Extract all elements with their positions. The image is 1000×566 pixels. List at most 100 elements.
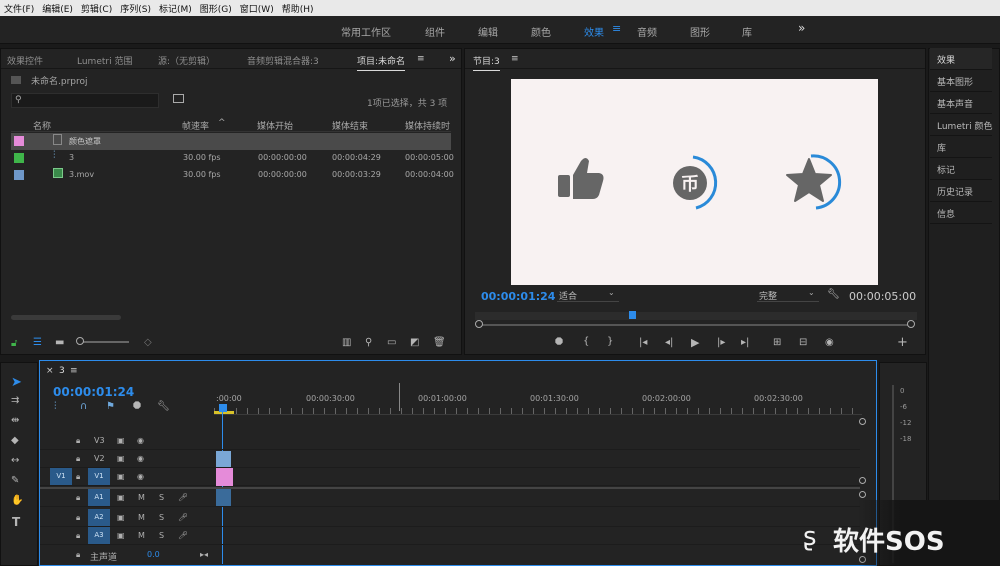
step-back-icon[interactable]: ◂|: [665, 337, 673, 348]
program-menu-icon[interactable]: ≡: [511, 54, 519, 64]
quality-dropdown[interactable]: 完整 ⌄: [757, 288, 819, 302]
microphone-icon[interactable]: 🎤︎: [178, 531, 188, 540]
track-target-a2[interactable]: A2: [88, 509, 110, 526]
microphone-icon[interactable]: 🎤︎: [178, 513, 188, 522]
new-bin-icon[interactable]: [173, 94, 184, 103]
right-tab-essential-sound[interactable]: 基本声音: [930, 92, 992, 114]
timeline-ruler[interactable]: :00:00 00:00:30:00 00:01:00:00 00:01:30:…: [214, 391, 862, 415]
timeline-scroll-handle[interactable]: [859, 418, 866, 425]
mark-in-icon[interactable]: {: [583, 336, 589, 347]
column-frame-rate[interactable]: 帧速率: [182, 119, 209, 132]
workspace-audio[interactable]: 音频: [637, 24, 657, 39]
timeline-marker-icon[interactable]: ⯃: [133, 401, 141, 412]
new-bin-button-icon[interactable]: ▭: [387, 337, 396, 348]
go-to-end-icon[interactable]: ▸◂: [200, 550, 208, 559]
table-row[interactable]: ⫶ 3 30.00 fps 00:00:00:00 00:00:04:29 00…: [11, 150, 454, 167]
sync-lock-icon[interactable]: ▣: [117, 493, 125, 502]
track-lock-icon[interactable]: 🔒︎: [76, 550, 80, 560]
project-search-input[interactable]: ⚲: [11, 93, 159, 108]
workspace-libraries[interactable]: 库: [742, 24, 752, 39]
find-icon[interactable]: ⚲: [365, 337, 372, 348]
timeline-timecode[interactable]: 00:00:01:24: [53, 385, 134, 399]
track-select-tool-icon[interactable]: ⇉: [11, 395, 19, 406]
timeline-sequence-tab[interactable]: 3: [59, 366, 65, 376]
lift-icon[interactable]: ⊞: [773, 337, 781, 348]
icon-view-icon[interactable]: ▬: [55, 337, 64, 348]
menu-sequence[interactable]: 序列(S): [116, 2, 155, 15]
go-to-out-icon[interactable]: ▸|: [741, 337, 749, 348]
fit-dropdown[interactable]: 适合 ⌄: [557, 288, 619, 302]
right-tab-markers[interactable]: 标记: [930, 158, 992, 180]
right-tab-info[interactable]: 信息: [930, 202, 992, 224]
track-lock-icon[interactable]: 🔒︎: [76, 513, 80, 523]
right-tab-libraries[interactable]: 库: [930, 136, 992, 158]
workspace-common[interactable]: 常用工作区: [341, 24, 391, 39]
workspace-graphics[interactable]: 图形: [690, 24, 710, 39]
tab-audio-clip-mixer[interactable]: 音频剪辑混合器:3: [247, 54, 319, 67]
extract-icon[interactable]: ⊟: [799, 337, 807, 348]
tab-effect-controls[interactable]: 效果控件: [7, 54, 43, 67]
tab-source[interactable]: 源:（无剪辑）: [158, 54, 215, 67]
menu-help[interactable]: 帮助(H): [278, 2, 318, 15]
out-handle[interactable]: [907, 320, 915, 328]
pen-tool-icon[interactable]: ✎: [11, 475, 19, 486]
track-master[interactable]: 🔒︎ 主声道 0.0 ▸◂: [40, 546, 860, 564]
timeline-playhead-handle[interactable]: [219, 404, 227, 412]
track-lock-icon[interactable]: 🔒︎: [76, 454, 80, 464]
track-target-a1[interactable]: A1: [88, 489, 110, 506]
track-lock-icon[interactable]: 🔒︎: [76, 436, 80, 446]
workspace-menu-icon[interactable]: ≡: [612, 22, 621, 35]
snap-icon[interactable]: ∩: [80, 401, 87, 412]
track-target-a3[interactable]: A3: [88, 527, 110, 544]
tab-lumetri-scopes[interactable]: Lumetri 范围: [77, 54, 132, 67]
track-v1[interactable]: V1 🔒︎ V1 ▣ ◉: [40, 468, 860, 486]
nest-icon[interactable]: ⫶: [54, 401, 57, 412]
program-playhead[interactable]: [629, 311, 636, 319]
master-volume-value[interactable]: 0.0: [147, 550, 160, 559]
program-scrub-bar[interactable]: [479, 324, 913, 326]
go-to-in-icon[interactable]: |◂: [639, 337, 647, 348]
workspace-effects[interactable]: 效果: [584, 24, 604, 39]
timeline-scroll-handle[interactable]: [859, 477, 866, 484]
right-tab-effects[interactable]: 效果: [930, 48, 992, 70]
project-tab-menu-icon[interactable]: ≡: [417, 54, 425, 64]
settings-wrench-icon[interactable]: 🔧︎: [827, 289, 840, 300]
type-tool-icon[interactable]: T: [12, 515, 20, 529]
selection-tool-icon[interactable]: ➤: [11, 375, 22, 390]
table-row[interactable]: 3.mov 30.00 fps 00:00:00:00 00:00:03:29 …: [11, 167, 454, 184]
table-row[interactable]: 颜色遮罩: [11, 133, 451, 150]
menu-graphics[interactable]: 图形(G): [196, 2, 236, 15]
column-name[interactable]: 名称: [33, 119, 51, 132]
menu-file[interactable]: 文件(F): [0, 2, 38, 15]
timeline-scroll-handle[interactable]: [859, 491, 866, 498]
workspace-overflow-button[interactable]: »: [798, 21, 805, 35]
lock-icon[interactable]: 🔓︎: [11, 338, 17, 349]
panel-overflow-button[interactable]: »: [449, 52, 456, 65]
track-lock-icon[interactable]: 🔒︎: [76, 472, 80, 482]
slip-tool-icon[interactable]: ↔: [11, 455, 19, 466]
razor-tool-icon[interactable]: ◆: [11, 435, 19, 446]
sync-lock-icon[interactable]: ▣: [117, 531, 125, 540]
eye-icon[interactable]: ◉: [137, 436, 144, 445]
column-media-duration[interactable]: 媒体持续时: [405, 119, 450, 132]
zoom-slider[interactable]: [77, 341, 129, 343]
in-handle[interactable]: [475, 320, 483, 328]
column-media-start[interactable]: 媒体开始: [257, 119, 293, 132]
workspace-assembly[interactable]: 组件: [425, 24, 445, 39]
track-a2[interactable]: 🔒︎ A2 ▣ M S 🎤︎: [40, 509, 860, 527]
track-a3[interactable]: 🔒︎ A3 ▣ M S 🎤︎: [40, 527, 860, 545]
track-a1[interactable]: 🔒︎ A1 ▣ M S 🎤︎: [40, 489, 860, 507]
timeline-settings-icon[interactable]: 🔧︎: [157, 401, 170, 412]
solo-button[interactable]: S: [159, 531, 164, 540]
track-lock-icon[interactable]: 🔒︎: [76, 493, 80, 503]
solo-button[interactable]: S: [159, 513, 164, 522]
menu-edit[interactable]: 编辑(E): [38, 2, 77, 15]
microphone-icon[interactable]: 🎤︎: [178, 493, 188, 502]
step-forward-icon[interactable]: |▸: [717, 337, 725, 348]
menu-markers[interactable]: 标记(M): [155, 2, 196, 15]
hand-tool-icon[interactable]: ✋: [11, 495, 23, 506]
eye-icon[interactable]: ◉: [137, 472, 144, 481]
column-media-end[interactable]: 媒体结束: [332, 119, 368, 132]
track-lock-icon[interactable]: 🔒︎: [76, 531, 80, 541]
solo-button[interactable]: S: [159, 493, 164, 502]
